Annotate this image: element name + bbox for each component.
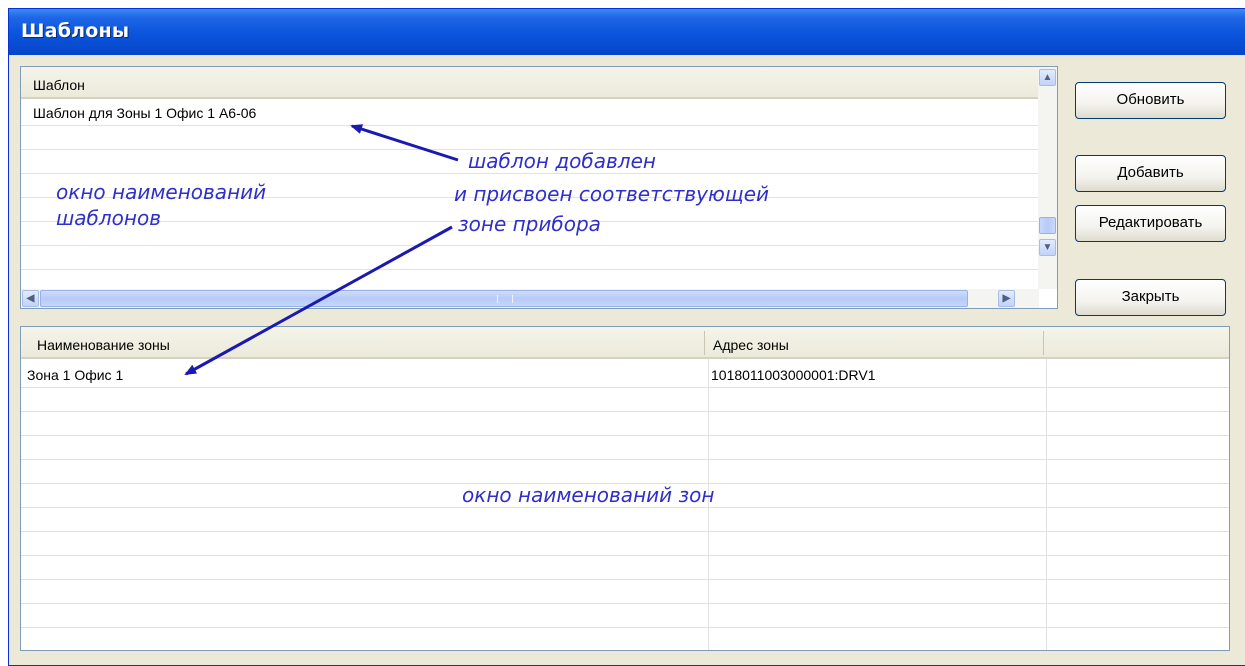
vertical-scroll-thumb[interactable]	[1039, 217, 1056, 234]
close-button[interactable]: Закрыть	[1075, 279, 1226, 316]
zone-name-column-header[interactable]: Наименование зоны	[37, 337, 170, 353]
annotation-added-line2: и присвоен соответствующей	[454, 182, 769, 206]
zone-address-cell[interactable]: 1018011003000001:DRV1	[711, 367, 876, 383]
horizontal-scroll-thumb[interactable]	[40, 290, 968, 307]
annotation-template-window-line2: шаблонов	[56, 206, 162, 230]
arrow-down-icon[interactable]: ▼	[1039, 239, 1056, 256]
zones-header: Наименование зоны Адрес зоны	[21, 327, 1229, 359]
annotation-added-line3: зоне прибора	[458, 212, 601, 236]
edit-button[interactable]: Редактировать	[1075, 205, 1226, 242]
templates-horizontal-scrollbar[interactable]: ◀ ▶	[21, 289, 1039, 308]
annotation-zone-window: окно наименований зон	[462, 483, 715, 507]
arrow-right-icon[interactable]: ▶	[998, 290, 1015, 307]
templates-vertical-scrollbar[interactable]: ▲ ▼	[1038, 67, 1057, 289]
window-title: Шаблоны	[21, 20, 130, 42]
zone-address-column-header[interactable]: Адрес зоны	[713, 337, 789, 353]
arrow-up-icon[interactable]: ▲	[1039, 69, 1056, 86]
templates-header: Шаблон	[21, 67, 1038, 99]
zone-name-cell[interactable]: Зона 1 Офис 1	[27, 367, 123, 383]
arrow-left-icon[interactable]: ◀	[22, 290, 39, 307]
title-bar[interactable]: Шаблоны	[9, 9, 1245, 55]
annotation-added-line1: шаблон добавлен	[468, 149, 656, 173]
annotation-template-window-line1: окно наименований	[56, 180, 267, 204]
template-row-1[interactable]: Шаблон для Зоны 1 Офис 1 А6-06	[33, 105, 256, 121]
refresh-button[interactable]: Обновить	[1075, 82, 1226, 119]
add-button[interactable]: Добавить	[1075, 155, 1226, 192]
templates-column-header[interactable]: Шаблон	[33, 77, 85, 93]
